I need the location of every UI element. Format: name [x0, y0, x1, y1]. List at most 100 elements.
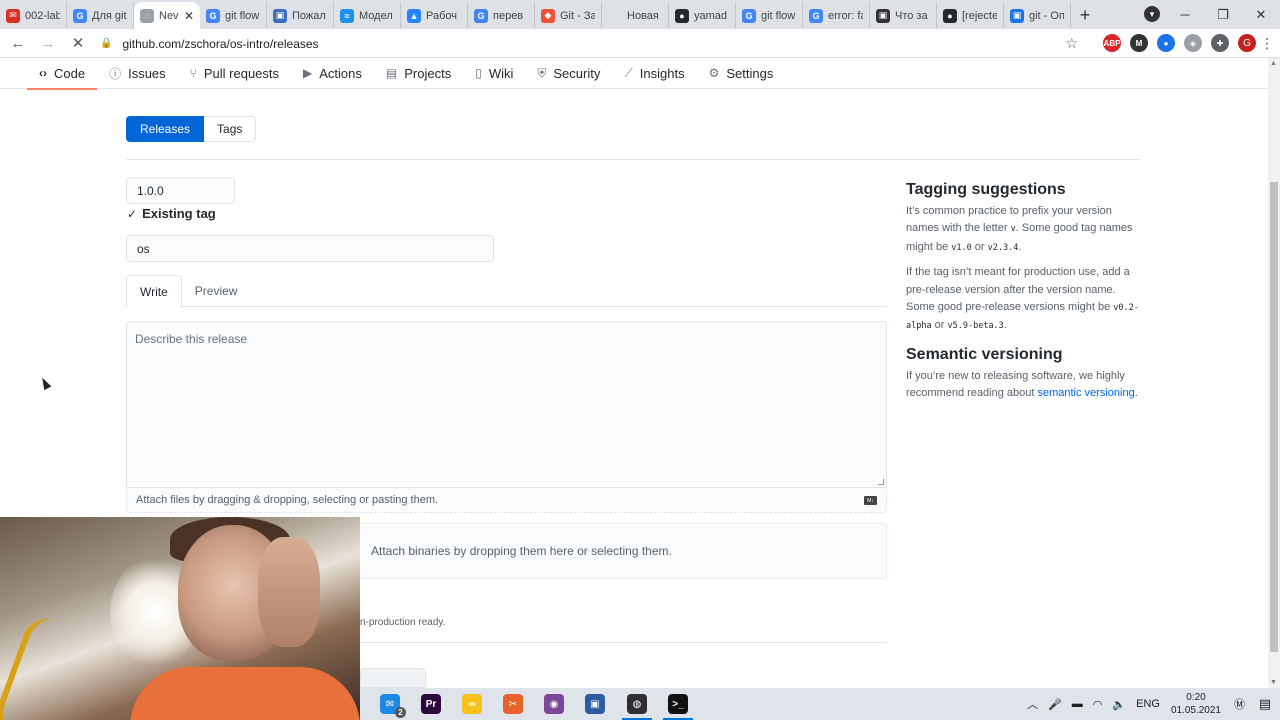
battery-icon[interactable]: ▬	[1072, 698, 1083, 710]
repo-tab-actions[interactable]: ▶ Actions	[291, 58, 374, 89]
microphone-icon[interactable]: 🎤	[1048, 698, 1062, 711]
repo-tab-issues[interactable]: ⓘ Issues	[97, 58, 178, 89]
mail-badge: 2	[395, 707, 406, 718]
tab-title: перев	[493, 9, 524, 22]
browser-tab[interactable]: ◆ Git - За	[535, 2, 602, 29]
premiere-icon[interactable]: Pr	[421, 694, 441, 714]
browser-tab[interactable]: ▣ Что за	[870, 2, 937, 29]
wifi-icon[interactable]: ◠	[1093, 698, 1103, 711]
repo-tab-wiki[interactable]: ▯ Wiki	[463, 58, 525, 89]
release-title-input[interactable]: os	[126, 235, 494, 262]
clock-time: 0:20	[1186, 692, 1206, 703]
close-window-button[interactable]: ✕	[1242, 0, 1280, 29]
terminal-icon[interactable]: >_	[663, 694, 693, 720]
attach-binaries-text: Attach binaries by dropping them here or…	[371, 544, 672, 558]
prerelease-note: n-production ready.	[360, 617, 446, 628]
browser-tab[interactable]: Gerror: fa	[803, 2, 870, 29]
release-description-textarea[interactable]: Describe this release	[126, 321, 887, 487]
system-tray: ︿ 🎤 ▬ ◠ 🔈 ENG 0:20 01.05.2021 Ⓜ ▤	[1022, 688, 1280, 720]
repo-tab-code[interactable]: ‹› Code	[27, 58, 98, 90]
forward-button[interactable]: →	[36, 31, 60, 55]
semantic-versioning-heading: Semantic versioning	[906, 345, 1063, 363]
write-tab[interactable]: Write	[126, 275, 182, 308]
new-tab-button[interactable]: +	[1071, 2, 1099, 29]
tab-title: git - Оп	[1029, 9, 1064, 22]
releases-tab[interactable]: Releases	[126, 116, 205, 142]
app-m-icon[interactable]: Ⓜ	[1234, 696, 1245, 712]
tab-title: Что за	[895, 9, 928, 22]
repo-tab-projects[interactable]: ▤ Projects	[374, 58, 463, 89]
tab-title: Nev	[159, 9, 179, 22]
browser-tab[interactable]: Новая вкла	[602, 2, 669, 29]
tor-icon[interactable]: ◉	[544, 694, 564, 714]
repo-tab-insights[interactable]: ⟋ Insights	[612, 58, 696, 89]
url-text: github.com/zschora/os-intro/releases	[122, 36, 319, 51]
browser-tab[interactable]: ≈ Модел	[334, 2, 401, 29]
repo-tab-security[interactable]: ⛨ Security	[525, 58, 612, 89]
attach-files-text: Attach files by dragging & dropping, sel…	[136, 494, 439, 506]
browser-tab[interactable]: ▣ git - Оп	[1004, 2, 1071, 29]
browser-menu-icon[interactable]: ⋮	[1260, 35, 1274, 52]
tab-favicon-icon: ✉	[6, 8, 20, 23]
page-scrollbar[interactable]: ▲ ▼	[1268, 58, 1280, 688]
profile-avatar[interactable]: G	[1238, 34, 1256, 52]
notifications-icon[interactable]: ▤	[1250, 688, 1280, 720]
resize-grip-icon[interactable]	[878, 479, 884, 485]
tool-icon[interactable]: ✂	[503, 694, 523, 714]
window-controls: ─ ❐ ✕	[1166, 0, 1280, 29]
browser-tab[interactable]: ✉ 002-lab	[0, 2, 67, 29]
issues-icon: ⓘ	[109, 66, 122, 81]
extension-m-icon[interactable]: M	[1130, 34, 1148, 52]
address-bar[interactable]: 🔒 github.com/zschora/os-intro/releases ☆	[94, 32, 1084, 55]
language-indicator[interactable]: ENG	[1136, 698, 1160, 710]
back-button[interactable]: ←	[6, 31, 30, 55]
browser-tab[interactable]: G Для git	[67, 2, 134, 29]
volume-icon[interactable]: 🔈	[1112, 698, 1126, 711]
browser-tab[interactable]: Ggit flow	[736, 2, 803, 29]
tab-title: Новая вкла	[627, 9, 662, 22]
repo-tab-pull-requests[interactable]: ⑂ Pull requests	[178, 58, 291, 89]
clock[interactable]: 0:20 01.05.2021	[1171, 691, 1221, 717]
scroll-up-icon[interactable]: ▲	[1270, 60, 1277, 67]
tag-version-input[interactable]: 1.0.0	[126, 177, 235, 204]
close-tab-icon[interactable]: ✕	[184, 9, 194, 23]
puzzle-icon[interactable]: ✚	[1211, 34, 1229, 52]
browser-tab[interactable]: Ggit flow	[200, 2, 267, 29]
scrollbar-thumb[interactable]	[1270, 182, 1278, 652]
tab-favicon-icon	[608, 8, 622, 23]
publish-release-button[interactable]	[360, 668, 426, 688]
repo-tab-label: Settings	[726, 65, 774, 81]
tab-favicon-icon: ▣	[876, 8, 890, 23]
semantic-versioning-link[interactable]: semantic versioning	[1037, 387, 1134, 399]
preview-tab[interactable]: Preview	[182, 275, 251, 307]
infinity-icon[interactable]: ∞	[462, 694, 482, 714]
browser-tab[interactable]: ▲ Рабоч	[401, 2, 468, 29]
virtualbox-icon[interactable]: ▣	[585, 694, 605, 714]
markdown-icon[interactable]: M↓	[864, 496, 877, 505]
browser-tab[interactable]: ● [rejecte	[937, 2, 1004, 29]
obs-icon[interactable]: ◍	[622, 694, 652, 720]
extensions-area: ABP M ● ◈ ✚ G	[1103, 34, 1256, 52]
bookmark-star-icon[interactable]: ☆	[1065, 35, 1078, 52]
extension-blue-icon[interactable]: ●	[1157, 34, 1175, 52]
adblock-icon[interactable]: ABP	[1103, 34, 1121, 52]
browser-tab[interactable]: ▣ Пожал	[267, 2, 334, 29]
tags-tab[interactable]: Tags	[204, 116, 257, 142]
browser-tab[interactable]: Gперев	[468, 2, 535, 29]
browser-tab[interactable]: ● yamad	[669, 2, 736, 29]
mail-icon[interactable]: ✉ 2	[380, 694, 406, 718]
chevron-up-icon[interactable]: ︿	[1027, 696, 1038, 712]
browser-tab[interactable]: ◌ Nev ✕	[134, 2, 200, 29]
repo-tab-label: Projects	[404, 65, 452, 81]
maximize-button[interactable]: ❐	[1204, 0, 1242, 29]
extension-shield-icon[interactable]: ◈	[1184, 34, 1202, 52]
minimize-button[interactable]: ─	[1166, 0, 1204, 29]
stop-loading-button[interactable]: ✕	[66, 31, 90, 55]
repo-tab-settings[interactable]: ⚙ Settings	[697, 58, 786, 89]
tab-title: [rejecte	[962, 9, 997, 22]
attach-files-bar[interactable]: Attach files by dragging & dropping, sel…	[126, 487, 887, 513]
scroll-down-icon[interactable]: ▼	[1270, 679, 1277, 686]
windows-taskbar: ︿ 🎤 ▬ ◠ 🔈 ENG 0:20 01.05.2021 Ⓜ ▤ ✉ 2 Pr ∞ ✂…	[360, 688, 1280, 720]
tab-title: Модел	[359, 9, 393, 22]
tab-search-icon[interactable]: ▾	[1144, 6, 1160, 22]
